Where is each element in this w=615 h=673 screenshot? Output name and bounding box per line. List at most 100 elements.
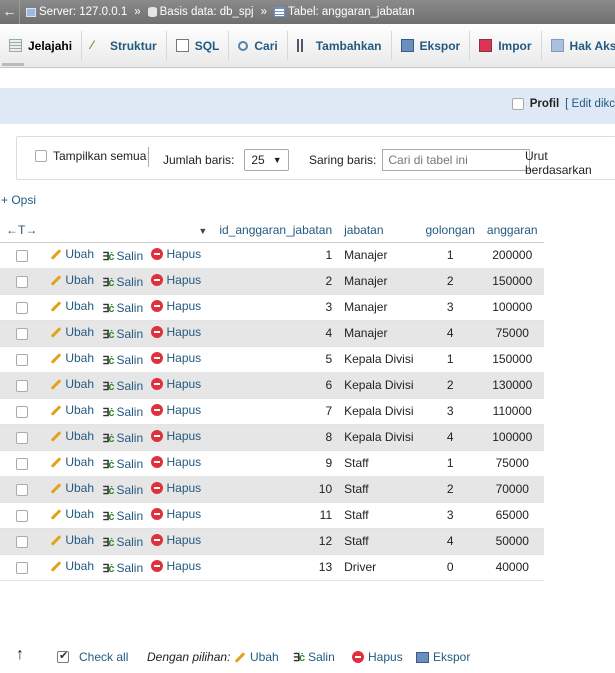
row-checkbox[interactable] bbox=[16, 431, 28, 444]
copy-button[interactable]: ∃ċ Salin bbox=[102, 405, 143, 419]
copy-button[interactable]: ∃ċ Salin bbox=[102, 535, 143, 549]
edit-button[interactable]: Ubah bbox=[49, 481, 94, 495]
bulk-export-button[interactable]: Ekspor bbox=[416, 650, 470, 664]
row-checkbox[interactable] bbox=[16, 275, 28, 288]
cell-id[interactable]: 1 bbox=[213, 242, 339, 269]
cell-jabatan[interactable]: Kepala Divisi bbox=[338, 424, 420, 451]
sort-toggle[interactable]: ▼ bbox=[43, 218, 214, 243]
cell-anggaran[interactable]: 65000 bbox=[480, 502, 544, 529]
collapse-arrow-icon[interactable]: ← bbox=[0, 0, 20, 24]
cell-id[interactable]: 3 bbox=[213, 294, 339, 321]
row-checkbox[interactable] bbox=[16, 457, 28, 470]
cell-jabatan[interactable]: Kepala Divisi bbox=[338, 346, 420, 373]
tab-browse[interactable]: Jelajahi bbox=[0, 30, 83, 61]
cell-id[interactable]: 11 bbox=[213, 502, 339, 529]
row-checkbox[interactable] bbox=[16, 509, 28, 522]
copy-button[interactable]: ∃ċ Salin bbox=[102, 561, 143, 575]
show-all-control[interactable]: Tampilkan semua bbox=[35, 149, 146, 163]
cell-jabatan[interactable]: Manajer bbox=[338, 242, 420, 269]
row-checkbox[interactable] bbox=[16, 301, 28, 314]
edit-button[interactable]: Ubah bbox=[49, 325, 94, 339]
cell-jabatan[interactable]: Staff bbox=[338, 502, 420, 529]
row-checkbox[interactable] bbox=[16, 561, 28, 574]
column-header-jabatan[interactable]: jabatan bbox=[338, 218, 420, 243]
edit-button[interactable]: Ubah bbox=[49, 429, 94, 443]
cell-anggaran[interactable]: 200000 bbox=[480, 242, 544, 269]
cell-id[interactable]: 4 bbox=[213, 320, 339, 347]
copy-button[interactable]: ∃ċ Salin bbox=[102, 379, 143, 393]
cell-anggaran[interactable]: 100000 bbox=[480, 294, 544, 321]
cell-golongan[interactable]: 1 bbox=[419, 346, 481, 373]
cell-golongan[interactable]: 2 bbox=[419, 372, 481, 399]
cell-golongan[interactable]: 4 bbox=[419, 320, 481, 347]
breadcrumb-server[interactable]: Server: 127.0.0.1 bbox=[39, 6, 127, 18]
cell-golongan[interactable]: 2 bbox=[419, 476, 481, 503]
row-checkbox[interactable] bbox=[16, 535, 28, 548]
rows-select[interactable]: 25 ▼ bbox=[244, 149, 289, 171]
edit-button[interactable]: Ubah bbox=[49, 403, 94, 417]
edit-inline-link[interactable]: [ Edit dikc bbox=[565, 98, 615, 110]
breadcrumb-database[interactable]: Basis data: db_spj bbox=[160, 6, 254, 18]
copy-button[interactable]: ∃ċ Salin bbox=[102, 353, 143, 367]
row-checkbox[interactable] bbox=[16, 249, 28, 262]
filter-input[interactable]: Cari di tabel ini bbox=[382, 149, 531, 171]
cell-anggaran[interactable]: 40000 bbox=[480, 554, 544, 581]
cell-id[interactable]: 2 bbox=[213, 268, 339, 295]
tab-import[interactable]: Impor bbox=[470, 30, 542, 61]
delete-button[interactable]: Hapus bbox=[151, 481, 201, 495]
breadcrumb-table[interactable]: Tabel: anggaran_jabatan bbox=[288, 6, 415, 18]
cell-id[interactable]: 7 bbox=[213, 398, 339, 425]
delete-button[interactable]: Hapus bbox=[151, 403, 201, 417]
copy-button[interactable]: ∃ċ Salin bbox=[102, 301, 143, 315]
cell-golongan[interactable]: 3 bbox=[419, 502, 481, 529]
row-checkbox[interactable] bbox=[16, 327, 28, 340]
delete-button[interactable]: Hapus bbox=[151, 429, 201, 443]
cell-jabatan[interactable]: Driver bbox=[338, 554, 420, 581]
cell-golongan[interactable]: 3 bbox=[419, 294, 481, 321]
cell-anggaran[interactable]: 130000 bbox=[480, 372, 544, 399]
cell-id[interactable]: 5 bbox=[213, 346, 339, 373]
delete-button[interactable]: Hapus bbox=[151, 351, 201, 365]
column-header-golongan[interactable]: golongan bbox=[419, 218, 481, 243]
edit-button[interactable]: Ubah bbox=[49, 299, 94, 313]
delete-button[interactable]: Hapus bbox=[151, 299, 201, 313]
edit-button[interactable]: Ubah bbox=[49, 455, 94, 469]
cell-anggaran[interactable]: 100000 bbox=[480, 424, 544, 451]
cell-id[interactable]: 10 bbox=[213, 476, 339, 503]
cell-golongan[interactable]: 1 bbox=[419, 450, 481, 477]
copy-button[interactable]: ∃ċ Salin bbox=[102, 275, 143, 289]
cell-anggaran[interactable]: 70000 bbox=[480, 476, 544, 503]
edit-button[interactable]: Ubah bbox=[49, 559, 94, 573]
cell-anggaran[interactable]: 50000 bbox=[480, 528, 544, 555]
copy-button[interactable]: ∃ċ Salin bbox=[102, 249, 143, 263]
delete-button[interactable]: Hapus bbox=[151, 507, 201, 521]
tab-insert[interactable]: Tambahkan bbox=[288, 30, 392, 61]
row-checkbox[interactable] bbox=[16, 405, 28, 418]
column-arrows[interactable]: ←T→ bbox=[0, 218, 44, 243]
delete-button[interactable]: Hapus bbox=[151, 455, 201, 469]
cell-anggaran[interactable]: 150000 bbox=[480, 346, 544, 373]
cell-id[interactable]: 6 bbox=[213, 372, 339, 399]
check-all-checkbox[interactable] bbox=[57, 649, 69, 663]
cell-id[interactable]: 8 bbox=[213, 424, 339, 451]
cell-jabatan[interactable]: Staff bbox=[338, 450, 420, 477]
row-checkbox[interactable] bbox=[16, 483, 28, 496]
copy-button[interactable]: ∃ċ Salin bbox=[102, 327, 143, 341]
tab-search[interactable]: Cari bbox=[229, 30, 288, 61]
show-all-checkbox[interactable] bbox=[35, 150, 47, 162]
tab-export[interactable]: Ekspor bbox=[392, 30, 471, 61]
cell-jabatan[interactable]: Kepala Divisi bbox=[338, 398, 420, 425]
tab-structure[interactable]: ⁄ Struktur bbox=[82, 30, 167, 61]
cell-jabatan[interactable]: Manajer bbox=[338, 320, 420, 347]
delete-button[interactable]: Hapus bbox=[151, 377, 201, 391]
tab-sql[interactable]: SQL bbox=[167, 30, 230, 61]
bulk-edit-button[interactable]: Ubah bbox=[233, 650, 279, 664]
profiling-checkbox[interactable] bbox=[511, 98, 524, 110]
cell-golongan[interactable]: 3 bbox=[419, 398, 481, 425]
edit-button[interactable]: Ubah bbox=[49, 351, 94, 365]
edit-button[interactable]: Ubah bbox=[49, 273, 94, 287]
cell-id[interactable]: 12 bbox=[213, 528, 339, 555]
cell-jabatan[interactable]: Manajer bbox=[338, 268, 420, 295]
cell-jabatan[interactable]: Staff bbox=[338, 476, 420, 503]
cell-anggaran[interactable]: 75000 bbox=[480, 320, 544, 347]
